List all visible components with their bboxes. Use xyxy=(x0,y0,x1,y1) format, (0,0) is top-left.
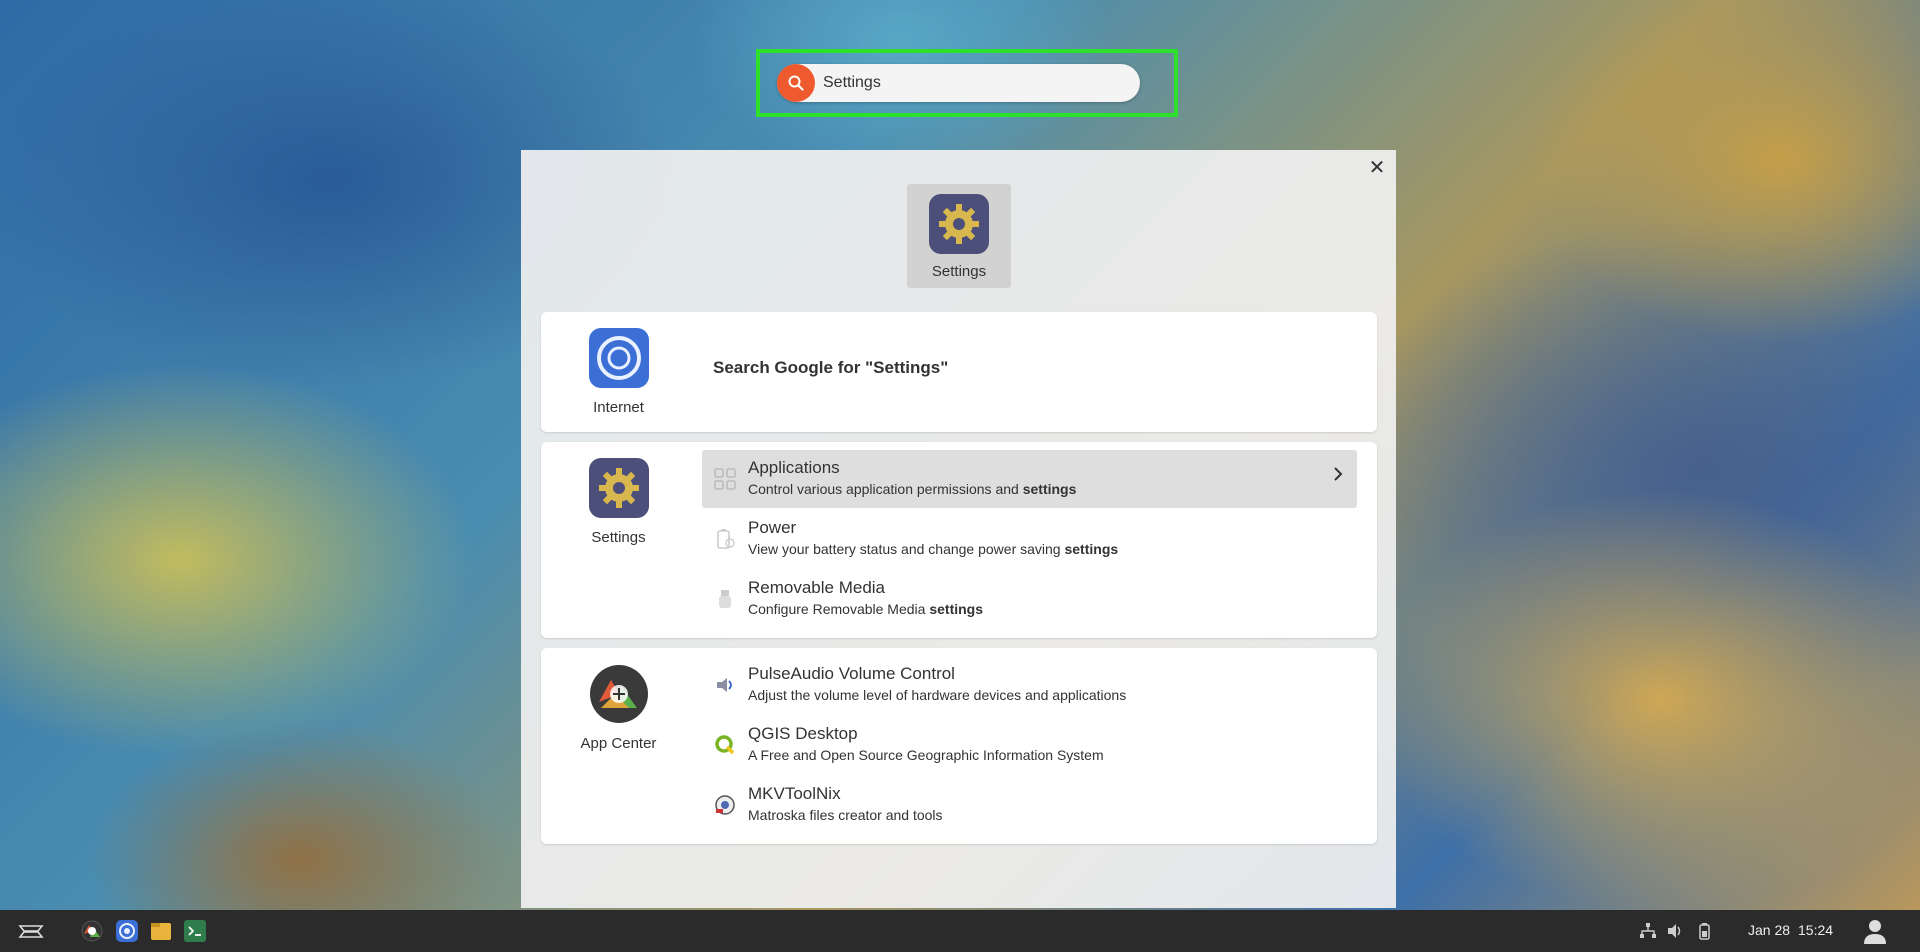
top-result-settings[interactable]: Settings xyxy=(907,184,1011,288)
internet-label: Internet xyxy=(593,399,644,416)
result-title: Power xyxy=(748,518,797,537)
result-pulseaudio[interactable]: PulseAudio Volume Control Adjust the vol… xyxy=(702,656,1357,714)
result-power[interactable]: Power View your battery status and chang… xyxy=(702,510,1357,568)
result-title: PulseAudio Volume Control xyxy=(748,664,955,683)
result-desc: Control various application permissions … xyxy=(748,481,1077,497)
result-title: Applications xyxy=(748,458,840,477)
settings-gear-icon xyxy=(588,458,649,518)
internet-app[interactable]: Internet xyxy=(541,312,696,416)
taskbar: Jan 28 15:24 xyxy=(0,910,1920,952)
result-applications[interactable]: Applications Control various application… xyxy=(702,450,1357,508)
settings-gear-icon xyxy=(929,194,989,259)
chromium-icon[interactable] xyxy=(115,919,139,943)
volume-icon[interactable] xyxy=(1663,919,1687,943)
usb-drive-icon xyxy=(712,586,738,612)
zorin-logo-icon[interactable] xyxy=(16,919,46,943)
result-removable-media[interactable]: Removable Media Configure Removable Medi… xyxy=(702,570,1357,628)
settings-card: Settings Applications Control various ap… xyxy=(541,442,1377,638)
appcenter-label: App Center xyxy=(580,735,657,752)
close-icon[interactable]: ✕ xyxy=(1366,156,1388,179)
qgis-icon xyxy=(712,732,738,758)
search-icon[interactable] xyxy=(777,64,815,102)
battery-icon xyxy=(712,526,738,552)
terminal-icon[interactable] xyxy=(183,919,207,943)
user-avatar-icon[interactable] xyxy=(1860,916,1890,946)
chromium-icon xyxy=(588,328,649,388)
appcenter-card: App Center PulseAudio Volume Control Adj… xyxy=(541,648,1377,844)
appcenter-app[interactable]: App Center xyxy=(541,648,696,752)
result-mkvtoolnix[interactable]: MKVToolNix Matroska files creator and to… xyxy=(702,776,1357,834)
search-google-action[interactable]: Search Google for "Settings" xyxy=(713,358,948,378)
result-title: QGIS Desktop xyxy=(748,724,858,743)
app-center-icon xyxy=(589,664,649,724)
apps-grid-icon xyxy=(712,466,738,492)
chevron-right-icon xyxy=(1333,466,1343,487)
result-desc: View your battery status and change powe… xyxy=(748,541,1119,557)
search-results-panel: ✕ Settings Internet Search Google for "S… xyxy=(521,150,1396,908)
battery-icon[interactable] xyxy=(1692,919,1716,943)
network-icon[interactable] xyxy=(1636,919,1660,943)
result-desc: Matroska files creator and tools xyxy=(748,807,943,823)
files-icon[interactable] xyxy=(149,919,173,943)
mkvtoolnix-icon xyxy=(712,792,738,818)
top-result-label: Settings xyxy=(931,263,987,280)
search-input[interactable] xyxy=(823,64,1123,102)
clock-time[interactable]: 15:24 xyxy=(1798,922,1833,938)
result-desc: Adjust the volume level of hardware devi… xyxy=(748,687,1127,703)
software-icon[interactable] xyxy=(80,919,104,943)
result-desc: Configure Removable Media settings xyxy=(748,601,984,617)
settings-app[interactable]: Settings xyxy=(541,442,696,546)
settings-label: Settings xyxy=(591,529,646,546)
clock-date[interactable]: Jan 28 xyxy=(1748,922,1790,938)
result-title: MKVToolNix xyxy=(748,784,841,803)
search-bar[interactable] xyxy=(777,64,1140,102)
result-desc: A Free and Open Source Geographic Inform… xyxy=(748,747,1104,763)
internet-card: Internet Search Google for "Settings" xyxy=(541,312,1377,432)
speaker-icon xyxy=(712,672,738,698)
result-title: Removable Media xyxy=(748,578,886,597)
result-qgis[interactable]: QGIS Desktop A Free and Open Source Geog… xyxy=(702,716,1357,774)
